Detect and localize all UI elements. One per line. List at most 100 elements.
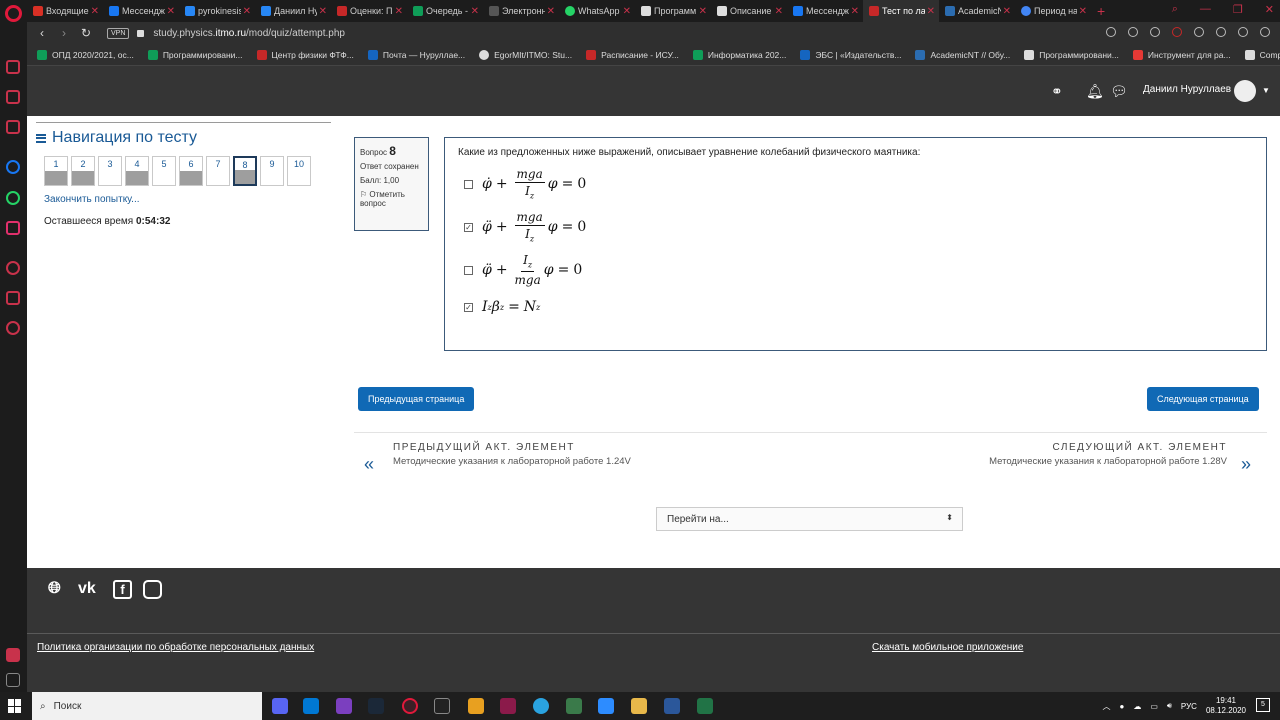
question-button[interactable]: 7 (206, 156, 230, 186)
back-icon[interactable]: ‹ (35, 26, 49, 40)
close-icon[interactable]: ✕ (319, 6, 327, 17)
url-field[interactable]: study.physics.itmo.ru/mod/quiz/attempt.p… (153, 28, 345, 39)
new-tab-icon[interactable]: + (1097, 3, 1105, 19)
prev-page-button[interactable]: Предыдущая страница (358, 387, 475, 411)
taskbar-search[interactable]: ⌕ Поиск (32, 692, 262, 720)
volume-icon[interactable]: 🔊︎ (1167, 701, 1172, 711)
bookmark-item[interactable]: AcademicNT // Обу... (915, 49, 1010, 60)
browser-tab[interactable]: Мессенджер✕ (103, 0, 179, 22)
reload-icon[interactable]: ↻ (79, 26, 93, 40)
bell-icon[interactable]: 🔔︎ (1086, 83, 1104, 100)
bookmark-item[interactable]: Инструмент для ра... (1132, 49, 1231, 60)
mobile-app-link[interactable]: Скачать мобильное приложение (872, 642, 1023, 653)
word-icon[interactable] (664, 698, 680, 714)
avatar[interactable] (1234, 80, 1256, 102)
bookmark-item[interactable]: Программировани... (147, 49, 243, 60)
browser-tab[interactable]: Мессендж ✕ (787, 0, 863, 22)
close-icon[interactable]: ✕ (91, 6, 99, 17)
twitch-icon[interactable] (6, 120, 20, 134)
finish-attempt-link[interactable]: Закончить попытку... (44, 194, 331, 205)
more-icon[interactable] (6, 673, 20, 687)
adblock-icon[interactable] (1172, 27, 1182, 37)
download-icon[interactable] (1238, 27, 1248, 37)
network-icon[interactable]: ▭ (1150, 702, 1158, 711)
sublime-icon[interactable] (468, 698, 484, 714)
jump-to-select[interactable]: Перейти на... ⬍ (656, 507, 963, 531)
settings-icon[interactable] (6, 321, 20, 335)
close-icon[interactable]: ✕ (471, 6, 479, 17)
prev-activity-link[interactable]: ПРЕДЫДУЩИЙ АКТ. ЭЛЕМЕНТ Методические ука… (393, 442, 631, 496)
answer-option[interactable]: ✓ Iz β z = Nz (458, 296, 1253, 318)
heart-icon[interactable] (1150, 27, 1160, 37)
close-icon[interactable]: ✕ (1003, 6, 1011, 17)
chevron-down-icon[interactable]: ▼ (1262, 86, 1270, 95)
sidebar-app-icon[interactable] (6, 648, 20, 662)
browser-tab[interactable]: pyrokinesis ✕ (179, 0, 255, 22)
question-button[interactable]: 9 (260, 156, 284, 186)
bookmark-item[interactable]: Compiled (1244, 49, 1280, 60)
close-icon[interactable]: ✕ (851, 6, 859, 17)
browser-tab[interactable]: Очередь - ✕ (407, 0, 483, 22)
answer-checkbox[interactable] (464, 265, 473, 275)
question-button[interactable]: 1 (44, 156, 68, 186)
user-name[interactable]: Даниил Нуруллаев (1143, 84, 1231, 95)
bookmark-item[interactable]: ОПД 2020/2021, ос... (37, 49, 134, 60)
zoom-icon[interactable] (598, 698, 614, 714)
bookmark-item[interactable]: Программировани... (1024, 49, 1119, 60)
question-button[interactable]: 5 (152, 156, 176, 186)
answer-checkbox[interactable] (464, 179, 473, 189)
question-button[interactable]: 3 (98, 156, 122, 186)
browser-tab[interactable]: Описание ✕ (711, 0, 787, 22)
question-button[interactable]: 6 (179, 156, 203, 186)
question-button[interactable]: 10 (287, 156, 311, 186)
bookmark-item[interactable]: Центр физики ФТФ... (256, 49, 354, 60)
forward-icon[interactable]: › (57, 26, 71, 40)
messenger-icon[interactable] (6, 160, 20, 174)
question-button[interactable]: 4 (125, 156, 149, 186)
telegram-icon[interactable] (533, 698, 549, 714)
app-icon[interactable] (566, 698, 582, 714)
browser-tab[interactable]: Электронн ✕ (483, 0, 559, 22)
next-activity-icon[interactable]: » (1241, 454, 1251, 475)
browser-tab-active[interactable]: Тест по лаб✕ (863, 0, 939, 22)
file-explorer-icon[interactable] (631, 698, 647, 714)
close-icon[interactable]: ✕ (699, 6, 707, 17)
answer-option[interactable]: φ̈ + Iz mga φ = 0 (458, 253, 1253, 287)
close-icon[interactable]: ✕ (927, 6, 935, 17)
rider-icon[interactable] (500, 698, 516, 714)
bookmark-item[interactable]: Информатика 202... (692, 49, 786, 60)
menu-icon[interactable] (1260, 27, 1270, 37)
visual-studio-icon[interactable] (336, 698, 352, 714)
flag-question[interactable]: ⚐ Отметить вопрос (360, 190, 423, 209)
intellij-icon[interactable] (434, 698, 450, 714)
cube-icon[interactable] (1194, 27, 1204, 37)
language-indicator[interactable]: РУС (1181, 702, 1197, 711)
answer-option[interactable]: ✓ φ̈ + mga Iz φ = 0 (458, 210, 1253, 244)
browser-tab[interactable]: Даниил Ну ✕ (255, 0, 331, 22)
restore-icon[interactable]: ❐ (1233, 3, 1243, 16)
browser-tab[interactable]: WhatsApp ✕ (559, 0, 635, 22)
browser-tab[interactable]: Входящие ✕ (27, 0, 103, 22)
vpn-badge[interactable]: VPN (107, 27, 130, 39)
next-page-button[interactable]: Следующая страница (1147, 387, 1259, 411)
bookmark-item[interactable]: Почта — Нуруллае... (367, 49, 465, 60)
opera-icon[interactable] (402, 698, 418, 714)
whatsapp-icon[interactable] (6, 191, 20, 205)
steam-icon[interactable] (368, 698, 384, 714)
discord-icon[interactable] (272, 698, 288, 714)
bookmark-item[interactable]: ЭБС | «Издательств... (800, 49, 901, 60)
privacy-policy-link[interactable]: Политика организации по обработке персон… (37, 642, 314, 653)
microphone-icon[interactable]: ● (1119, 702, 1124, 711)
close-icon[interactable]: ✕ (167, 6, 175, 17)
speed-dial-icon[interactable] (6, 60, 20, 74)
bookmark-item[interactable]: EgorMIt/ITMO: Stu... (479, 49, 572, 60)
answer-checkbox-checked[interactable]: ✓ (464, 302, 473, 312)
clock[interactable]: 19:41 08.12.2020 (1206, 696, 1246, 716)
instagram-icon[interactable] (6, 221, 20, 235)
shopping-icon[interactable] (6, 90, 20, 104)
block-icon[interactable] (1128, 27, 1138, 37)
excel-icon[interactable] (697, 698, 713, 714)
vk-icon[interactable]: vk (78, 580, 96, 598)
browser-tab[interactable]: AcademicN ✕ (939, 0, 1015, 22)
close-icon[interactable]: ✕ (243, 6, 251, 17)
